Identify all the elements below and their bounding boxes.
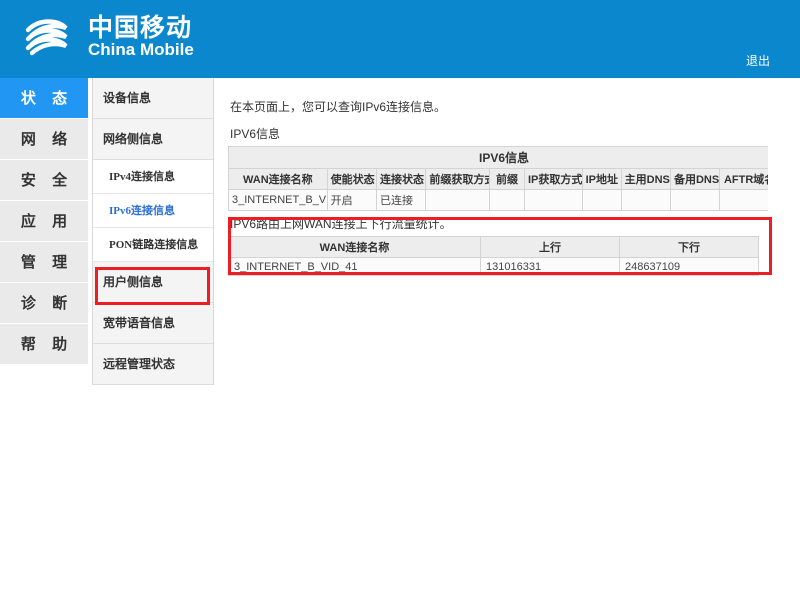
- col-enable-status: 使能状态: [327, 169, 376, 190]
- ipv6-table-title: IPV6信息: [229, 147, 769, 169]
- nav-item-management[interactable]: 管 理: [0, 242, 88, 283]
- cell-primary-dns: [621, 190, 670, 211]
- page-intro-text: 在本页面上，您可以查询IPv6连接信息。: [224, 78, 784, 115]
- brand-name-cn: 中国移动: [88, 15, 194, 41]
- cell-aftr-domain: [720, 190, 768, 211]
- table-row: 3_INTERNET_B_VID_41 开启 已连接: [229, 190, 769, 211]
- nav-item-diagnostics[interactable]: 诊 断: [0, 283, 88, 324]
- cell-secondary-dns: [670, 190, 719, 211]
- col-connect-status: 连接状态: [377, 169, 426, 190]
- nav-item-status[interactable]: 状 态: [0, 78, 88, 119]
- traffic-note-text: IPV6路由上网WAN连接上下行流量统计。: [224, 211, 784, 236]
- main-content: 在本页面上，您可以查询IPv6连接信息。 IPV6信息 IPV6信息 WAN连接…: [224, 78, 784, 276]
- submenu-item-user-side-info[interactable]: 用户侧信息: [93, 262, 213, 303]
- col-traffic-wan-name: WAN连接名称: [229, 237, 481, 258]
- ipv6-info-table-wrapper: IPV6信息 WAN连接名称 使能状态 连接状态 前缀获取方式 前缀 IP获取方…: [228, 146, 768, 211]
- table-header-row: WAN连接名称 上行 下行: [229, 237, 759, 258]
- nav-item-network[interactable]: 网 络: [0, 119, 88, 160]
- col-aftr-domain: AFTR域名: [720, 169, 768, 190]
- col-prefix: 前缀: [490, 169, 525, 190]
- col-ip-mode: IP获取方式: [525, 169, 583, 190]
- nav-item-help[interactable]: 帮 助: [0, 324, 88, 365]
- brand-logo: 中国移动 China Mobile: [18, 8, 194, 66]
- table-row: 3_INTERNET_B_VID_41 131016331 248637109: [229, 258, 759, 276]
- submenu-network-children: IPv4连接信息 IPv6连接信息 PON链路连接信息: [93, 160, 213, 262]
- main-navigation: 状 态 网 络 安 全 应 用 管 理 诊 断 帮 助: [0, 78, 88, 365]
- submenu-item-broadband-voice-info[interactable]: 宽带语音信息: [93, 303, 213, 344]
- cell-downstream: 248637109: [620, 258, 759, 276]
- submenu-item-network-side-info[interactable]: 网络侧信息: [93, 119, 213, 160]
- submenu-item-ipv6-connection-info[interactable]: IPv6连接信息: [93, 194, 213, 228]
- col-ip-address: IP地址: [582, 169, 621, 190]
- cell-connect-status: 已连接: [377, 190, 426, 211]
- submenu-item-pon-link-connection-info[interactable]: PON链路连接信息: [93, 228, 213, 262]
- brand-name-en: China Mobile: [88, 41, 194, 60]
- ipv6-info-table: IPV6信息 WAN连接名称 使能状态 连接状态 前缀获取方式 前缀 IP获取方…: [228, 146, 768, 211]
- traffic-statistics-table: WAN连接名称 上行 下行 3_INTERNET_B_VID_41 131016…: [228, 236, 759, 276]
- cell-traffic-wan-name: 3_INTERNET_B_VID_41: [229, 258, 481, 276]
- submenu-item-device-info[interactable]: 设备信息: [93, 78, 213, 119]
- cell-upstream: 131016331: [481, 258, 620, 276]
- logout-button[interactable]: 退出: [746, 52, 770, 69]
- page-header: 中国移动 China Mobile 退出: [0, 0, 800, 78]
- section-label-ipv6-info: IPV6信息: [224, 115, 784, 146]
- traffic-table-wrapper: WAN连接名称 上行 下行 3_INTERNET_B_VID_41 131016…: [228, 236, 784, 276]
- col-downstream: 下行: [620, 237, 759, 258]
- col-upstream: 上行: [481, 237, 620, 258]
- nav-item-application[interactable]: 应 用: [0, 201, 88, 242]
- col-prefix-mode: 前缀获取方式: [426, 169, 490, 190]
- table-title-row: IPV6信息: [229, 147, 769, 169]
- cell-prefix-mode: [426, 190, 490, 211]
- col-primary-dns: 主用DNS: [621, 169, 670, 190]
- submenu-item-remote-management-status[interactable]: 远程管理状态: [93, 344, 213, 385]
- col-wan-name: WAN连接名称: [229, 169, 328, 190]
- submenu-item-ipv4-connection-info[interactable]: IPv4连接信息: [93, 160, 213, 194]
- cell-ip-address: [582, 190, 621, 211]
- cell-wan-name: 3_INTERNET_B_VID_41: [229, 190, 328, 211]
- cell-enable-status: 开启: [327, 190, 376, 211]
- sub-navigation: 设备信息 网络侧信息 IPv4连接信息 IPv6连接信息 PON链路连接信息 用…: [92, 78, 214, 385]
- table-header-row: WAN连接名称 使能状态 连接状态 前缀获取方式 前缀 IP获取方式 IP地址 …: [229, 169, 769, 190]
- cell-prefix: [490, 190, 525, 211]
- nav-item-security[interactable]: 安 全: [0, 160, 88, 201]
- cell-ip-mode: [525, 190, 583, 211]
- china-mobile-logo-icon: [18, 8, 76, 66]
- col-secondary-dns: 备用DNS: [670, 169, 719, 190]
